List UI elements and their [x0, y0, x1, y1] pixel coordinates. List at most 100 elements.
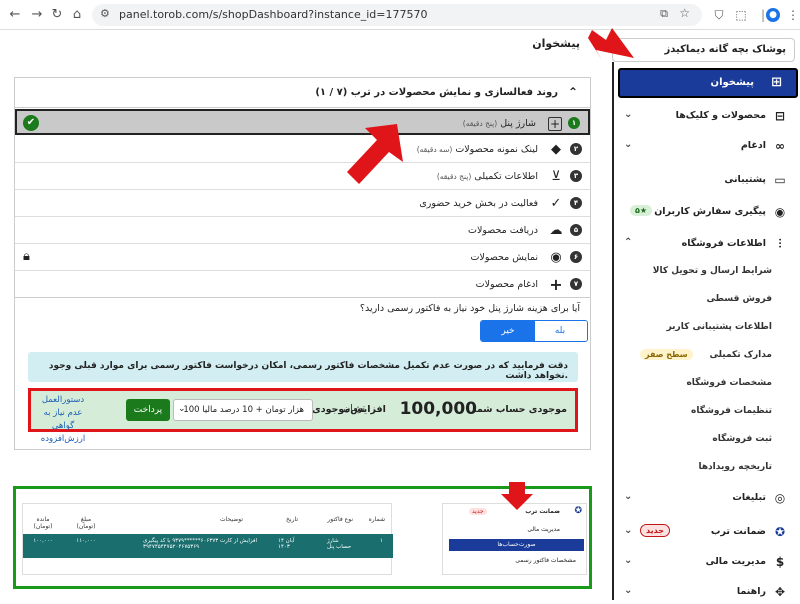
broadcast-icon: ◎ — [774, 491, 786, 505]
reload-icon[interactable]: ↻ — [48, 6, 66, 24]
step-sample-links[interactable]: ۲ ◆ لینک نمونه محصولات (سه دقیقه) — [15, 137, 590, 163]
step-in-person[interactable]: ۴ ✓ فعالیت در بخش خرید حضوری — [15, 191, 590, 217]
sidebar-item-label: تبلیغات — [732, 492, 766, 503]
pay-button[interactable]: پرداخت — [126, 399, 170, 421]
sidebar-item-shop-info[interactable]: ⌃ اطلاعات فروشگاه ⫶ — [614, 232, 800, 256]
step-charge-panel[interactable]: ۱ + شارژ پنل (پنج دقیقه) ✔ — [15, 109, 590, 135]
panel-header[interactable]: روند فعالسازی و نمایش محصولات در ترب (۷ … — [15, 78, 590, 108]
sidebar-item-support[interactable]: پشتیبانی ▭ — [614, 168, 800, 192]
yes-option[interactable]: بله — [533, 321, 587, 341]
guide-cell: ۱۰۰,۰۰۰ — [33, 538, 53, 544]
step-number: ۷ — [570, 278, 582, 290]
sidebar-subitem-label: تنظیمات فروشگاه — [691, 406, 772, 416]
sidebar-item-help[interactable]: ⌄ راهنما ✥ — [614, 580, 800, 604]
sidebar-item-label: مدیریت مالی — [705, 556, 766, 567]
sliders-icon: ⫶ — [778, 237, 782, 251]
step-number: ۴ — [570, 197, 582, 209]
step-label: ادغام محصولات — [475, 279, 538, 290]
guide-col-header: مبلغ (تومان) — [76, 516, 96, 530]
sidebar-item-products[interactable]: ⌄ محصولات و کلیک‌ها ⊟ — [614, 104, 800, 128]
forward-icon[interactable]: → — [28, 6, 46, 24]
amount-select-value: 100 هزار تومان + 10 درصد مالیا — [183, 405, 304, 415]
step-number: ۲ — [570, 143, 582, 155]
step-label: فعالیت در بخش خرید حضوری — [419, 198, 538, 209]
step-label: اطلاعات تکمیلی — [474, 171, 538, 182]
sidebar-item-guarantee[interactable]: ⌄ جدید ضمانت ترب ✪ — [614, 520, 800, 544]
guide-menu-active: صورت‌حساب‌ها — [449, 539, 584, 551]
guide-new-badge: جدید — [469, 508, 487, 515]
guarantee-icon: ✪ — [574, 506, 582, 516]
eye-icon: ◉ — [550, 250, 562, 265]
guide-cell: افزایش از کارت ۶۰۶۳۷۳******۹۳۷۹ با کد پی… — [143, 538, 258, 550]
menu-dots-icon[interactable]: ⋮ — [784, 6, 800, 24]
shop-selector[interactable]: پوشاک بچه گانه دیماکیدز — [612, 38, 795, 62]
sidebar-subitem-label: اطلاعات پشتیبانی کاربر — [666, 322, 772, 332]
sidebar-item-label: پیگیری سفارش کاربران — [654, 206, 766, 217]
sidebar-subitem-label: تاریخچه رویدادها — [698, 462, 772, 472]
step-label: نمایش محصولات — [470, 252, 538, 263]
chevron-up-icon: ⌃ — [624, 237, 633, 248]
step-extra-info[interactable]: ۳ ⊻ اطلاعات تکمیلی (پنج دقیقه) — [15, 164, 590, 190]
step-hint: (پنج دقیقه) — [436, 172, 472, 181]
chevron-up-icon[interactable]: ⌃ — [568, 85, 578, 99]
invoice-question: آیا برای هزینه شارژ پنل خود نیاز به فاکت… — [359, 303, 580, 314]
site-info-icon[interactable]: ⚙ — [100, 7, 110, 20]
extensions-icon[interactable]: ⬚ — [732, 6, 750, 24]
chevron-down-icon: ⌄ — [624, 109, 633, 120]
sidebar-subitem-user-support[interactable]: اطلاعات پشتیبانی کاربر — [614, 318, 800, 338]
sidebar-subitem-history[interactable]: تاریخچه رویدادها — [614, 458, 800, 478]
cart-icon: ⊻ — [551, 169, 561, 184]
step-hint: (پنج دقیقه) — [462, 119, 498, 128]
chevron-down-icon: ⌄ — [178, 404, 186, 414]
tag-icon: ◆ — [551, 142, 561, 157]
sidebar-subitem-installment[interactable]: فروش قسطی — [614, 290, 800, 310]
sidebar-item-ads[interactable]: ⌄ تبلیغات ◎ — [614, 486, 800, 510]
step-show-products[interactable]: ۶ ◉ نمایش محصولات 🔒︎ — [15, 245, 590, 271]
level-badge: سطح صفر — [640, 349, 693, 360]
step-hint: (سه دقیقه) — [416, 145, 453, 154]
profile-avatar[interactable]: ● — [766, 8, 780, 22]
merge-icon: ∞ — [775, 139, 785, 153]
invoice-toggle: بله خیر — [480, 320, 588, 342]
panel-title: روند فعالسازی و نمایش محصولات در ترب (۷ … — [315, 87, 558, 98]
sidebar-subitem-shop-details[interactable]: مشخصات فروشگاه — [614, 374, 800, 394]
sidebar-item-merge[interactable]: ⌄ ادغام ∞ — [614, 134, 800, 158]
step-receive-products[interactable]: ۵ ☁ دریافت محصولات — [15, 218, 590, 244]
sidebar-subitem-label: فروش قسطی — [706, 294, 772, 304]
address-bar[interactable]: ⚙ panel.torob.com/s/shopDashboard?instan… — [92, 4, 702, 26]
amount-select[interactable]: 100 هزار تومان + 10 درصد مالیا ⌄ — [173, 399, 313, 421]
guide-menu-sub: مدیریت مالی — [527, 526, 560, 533]
step-number: ۳ — [570, 170, 582, 182]
sidebar-item-dashboard[interactable]: پیشخوان ⊞ — [618, 68, 798, 98]
home-icon[interactable]: ⌂ — [68, 6, 86, 24]
bookmark-star-icon[interactable]: ☆ — [679, 6, 690, 20]
sidebar-subitem-shop-register[interactable]: ثبت فروشگاه — [614, 430, 800, 450]
check-circle-icon: ✔ — [23, 115, 39, 131]
guide-col-header: مانده (تومان) — [33, 516, 53, 530]
url-text: panel.torob.com/s/shopDashboard?instance… — [119, 8, 428, 21]
sidebar-subitem-shop-settings[interactable]: تنظیمات فروشگاه — [614, 402, 800, 422]
step-number: ۵ — [570, 224, 582, 236]
sidebar-subitem-shipping[interactable]: شرایط ارسال و تحویل کالا — [614, 262, 800, 282]
sidebar: پیشخوان ⊞ ⌄ محصولات و کلیک‌ها ⊟ ⌄ ادغام … — [612, 62, 800, 600]
cloud-download-icon: ☁ — [549, 223, 563, 238]
sidebar-subitem-documents[interactable]: سطح صفر مدارک تکمیلی — [614, 346, 800, 366]
increase-label: افزایش‌موجودی — [312, 404, 386, 415]
step-merge-products[interactable]: ۷ + ادغام محصولات — [15, 272, 590, 298]
back-icon[interactable]: ← — [6, 6, 24, 24]
sidebar-item-order-tracking[interactable]: ۵★ پیگیری سفارش کاربران ◉ — [614, 200, 800, 224]
no-option[interactable]: خیر — [481, 321, 535, 341]
tracking-icon: ◉ — [774, 205, 786, 219]
sidebar-item-finance[interactable]: ⌄ مدیریت مالی $ — [614, 550, 800, 574]
check-icon: ✓ — [550, 196, 562, 211]
chevron-down-icon: ⌄ — [624, 491, 633, 502]
guide-col-header: تاریخ — [286, 516, 298, 523]
vat-instructions-link[interactable]: دستورالعمل عدم نیاز به گواهی ارزش‌افزوده — [35, 394, 91, 446]
guide-cell: ۱۱۰,۰۰۰ — [76, 538, 96, 544]
chevron-down-icon: ⌄ — [624, 585, 633, 596]
guide-col-header: شماره — [368, 516, 385, 523]
balance-label: موجودی حساب شما — [473, 404, 567, 415]
shield-icon[interactable]: ⛉ — [710, 6, 728, 24]
install-icon[interactable]: ⧉ — [660, 7, 668, 21]
sidebar-subitem-label: شرایط ارسال و تحویل کالا — [652, 266, 772, 276]
